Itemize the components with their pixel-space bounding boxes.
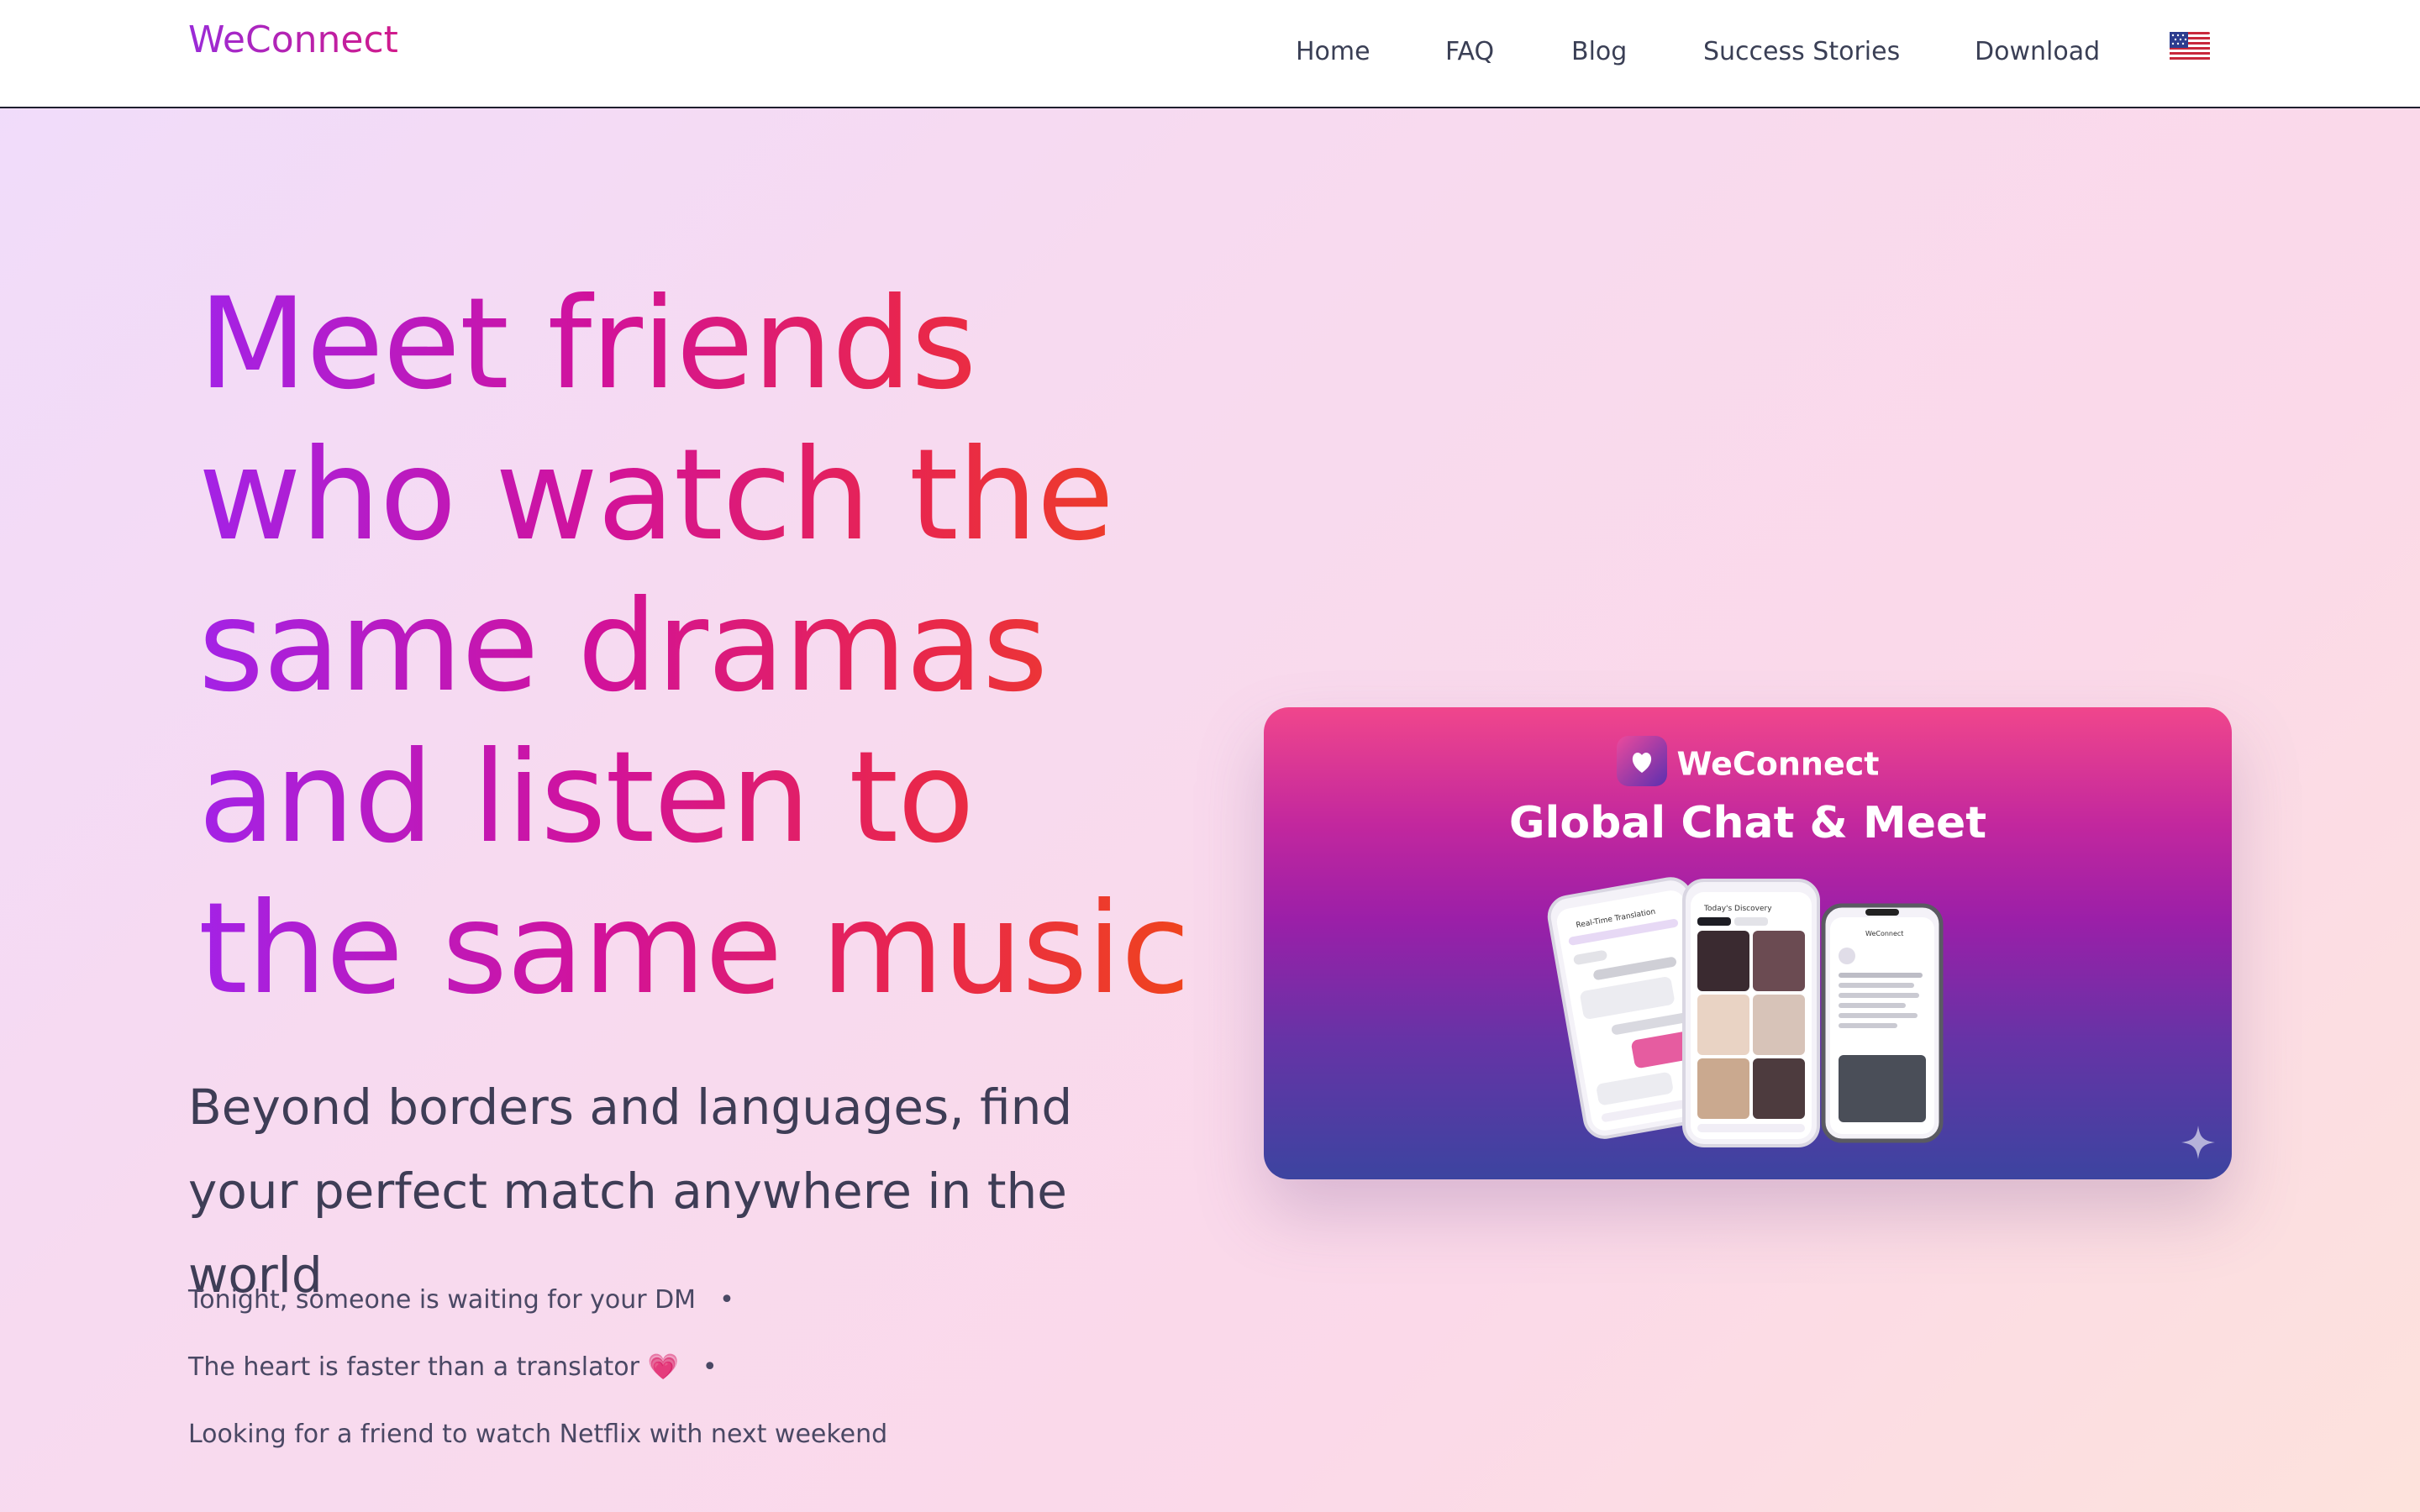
tagline-text: Tonight, someone is waiting for your DM <box>188 1285 697 1315</box>
tagline-item: Looking for a friend to watch Netflix wi… <box>188 1420 887 1449</box>
phone-title-feed: WeConnect <box>1865 930 1903 937</box>
tagline-text: Looking for a friend to watch Netflix wi… <box>188 1420 888 1449</box>
sparkle-icon <box>2181 1126 2215 1159</box>
nav-link-download[interactable]: Download <box>1975 37 2100 66</box>
phone-title-discovery: Today's Discovery <box>1703 905 1772 913</box>
top-navbar: WeConnect Home FAQ Blog Success Stories … <box>0 0 2420 108</box>
nav-link-home[interactable]: Home <box>1296 37 1370 66</box>
tagline-separator: • <box>719 1285 734 1315</box>
tagline-item: The heart is faster than a translator 💗 • <box>188 1352 718 1382</box>
tagline-item: Tonight, someone is waiting for your DM • <box>188 1285 734 1315</box>
promo-banner: WeConnect Global Chat & Meet Real-Time T… <box>1264 707 2232 1179</box>
main-nav: Home FAQ Blog Success Stories Download <box>0 37 2420 71</box>
nav-link-faq[interactable]: FAQ <box>1445 37 1494 66</box>
nav-link-success-stories[interactable]: Success Stories <box>1703 37 1900 66</box>
hero-title: Meet friends who watch the same dramas a… <box>198 269 1207 1025</box>
phone-mockup-discovery: Today's Discovery <box>1682 879 1820 1147</box>
phone-mockups: Real-Time Translation Today's Discovery <box>1547 877 1944 1147</box>
phone-mockup-feed: WeConnect <box>1821 903 1944 1143</box>
tagline-text: The heart is faster than a translator 💗 <box>188 1352 679 1382</box>
hero-subtitle: Beyond borders and languages, find your … <box>188 1079 1073 1304</box>
tagline-separator: • <box>702 1352 718 1382</box>
nav-link-blog[interactable]: Blog <box>1571 37 1627 66</box>
us-flag-icon[interactable] <box>2170 32 2210 62</box>
